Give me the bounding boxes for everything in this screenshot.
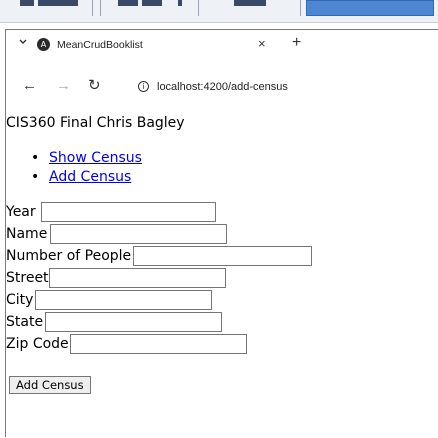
year-input[interactable] (41, 202, 216, 222)
street-label: Street (6, 270, 49, 286)
tab-strip: A MeanCrudBooklist × + (6, 30, 438, 60)
zip-code-input[interactable] (70, 334, 247, 354)
taskbar-separator (92, 0, 93, 16)
os-taskbar (0, 0, 438, 23)
taskbar-separator (300, 0, 301, 16)
page-content: CIS360 Final Chris Bagley Show Census Ad… (6, 112, 438, 438)
zip-code-label: Zip Code (6, 336, 69, 352)
chevron-down-icon[interactable] (18, 37, 28, 47)
tab-title[interactable]: MeanCrudBooklist (57, 39, 143, 51)
taskbar-separator (198, 0, 199, 16)
number-of-people-input[interactable] (133, 246, 312, 266)
taskbar-app-fragment[interactable] (20, 0, 34, 6)
name-label: Name (6, 226, 48, 242)
page-title: CIS360 Final Chris Bagley (6, 115, 185, 131)
nav-list: Show Census Add Census (31, 149, 142, 187)
address-bar[interactable]: localhost:4200/add-census (157, 81, 288, 93)
add-census-button[interactable]: Add Census (9, 376, 91, 394)
taskbar-app-fragment[interactable] (142, 0, 162, 6)
show-census-link[interactable]: Show Census (49, 150, 142, 166)
city-input[interactable] (35, 290, 212, 310)
new-tab-button[interactable]: + (292, 34, 301, 52)
taskbar-app-fragment[interactable] (178, 0, 182, 6)
state-label: State (6, 314, 44, 330)
city-label: City (6, 292, 34, 308)
taskbar-separator (100, 0, 101, 16)
reload-icon[interactable]: ↻ (88, 76, 101, 94)
name-input[interactable] (50, 224, 227, 244)
state-input[interactable] (45, 312, 222, 332)
forward-arrow-icon[interactable]: → (56, 77, 71, 94)
list-item: Show Census (31, 149, 142, 168)
list-item: Add Census (31, 168, 142, 187)
close-icon[interactable]: × (258, 36, 266, 51)
angular-favicon-icon: A (37, 38, 50, 51)
number-of-people-label: Number of People (6, 248, 132, 264)
site-info-icon[interactable]: i (138, 81, 149, 92)
street-input[interactable] (49, 268, 226, 288)
taskbar-app-fragment[interactable] (38, 0, 78, 6)
add-census-link[interactable]: Add Census (49, 169, 131, 185)
taskbar-app-fragment[interactable] (234, 0, 266, 6)
year-label: Year (6, 204, 36, 220)
browser-toolbar: ← → ↻ i localhost:4200/add-census (6, 74, 438, 102)
taskbar-app-fragment[interactable] (118, 0, 138, 6)
taskbar-active-window[interactable] (306, 0, 434, 16)
back-arrow-icon[interactable]: ← (22, 77, 37, 94)
browser-window: A MeanCrudBooklist × + ← → ↻ i localhost… (5, 29, 438, 438)
